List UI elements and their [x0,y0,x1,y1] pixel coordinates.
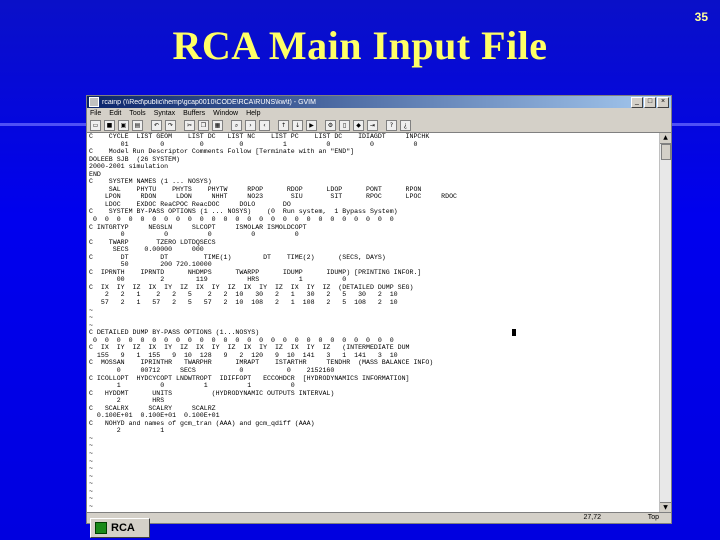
editor-line: C MOSSAN IPRINTHR TWARPHR IMRAPT ISTARTH… [89,359,434,367]
menu-tools[interactable]: Tools [129,110,145,117]
editor-line: C SCALRX SCALRY SCALRZ [89,404,216,412]
editor-line: C INTGRTYP NEGSLN SLCOPT ISMOLAR ISMOLDC… [89,223,307,231]
editor-text-area[interactable]: C CYCLE LIST GEOM LIST DC LIST NC LIST P… [87,133,659,513]
editor-line: C TWARP TZERO LDTDQSECS [89,238,216,246]
menu-bar: File Edit Tools Syntax Buffers Window He… [87,108,671,119]
editor-line: 2 1 [89,427,165,435]
save-session-icon[interactable]: ↓ [292,120,303,131]
editor-line: C NOHYD and names of gcm_tran (AAA) and … [89,419,315,427]
menu-help[interactable]: Help [246,110,260,117]
toolbar: ▭ ■ ▣ ▤ ↶ ↷ ✂ ❐ ▦ ⌕ › ‹ ↑ ↓ ▶ ⚙ ▯ ◆ ⇥? ¿ [87,119,671,133]
editor-line: ~ [89,314,93,322]
status-bar: 27,72 Top [87,512,671,523]
menu-edit[interactable]: Edit [109,110,121,117]
editor-line: 2 2 1 2 2 5 2 2 10 30 2 1 30 2 5 30 2 10 [89,291,398,299]
editor-line: ~ [89,487,93,495]
editor-line: ~ [89,472,93,480]
editor-line: C SYSTEM BY-PASS OPTIONS (1 ... NOSYS) (… [89,208,398,216]
minimize-button[interactable]: _ [631,96,643,108]
editor-line: C IPRNTH IPRNTD NHDMPS TWARPP IDUMP IDUM… [89,268,422,276]
scroll-thumb[interactable] [661,144,671,160]
maximize-button[interactable]: □ [644,96,656,108]
editor-line: C DT DT TIME(1) DT TIME(2) (SECS, DAYS) [89,253,386,261]
editor-line: ~ [89,495,93,503]
editor-line: C CYCLE LIST GEOM LIST DC LIST NC LIST P… [89,133,430,140]
editor-line: 01 0 0 0 1 0 0 0 [89,140,418,148]
editor-line: SAL PHYTU PHYTS PHYTW RPOP RDOP LDOP PON… [89,185,422,193]
taskbar-label: RCA [111,522,135,534]
find-icon[interactable]: ⌕ [231,120,242,131]
close-button[interactable]: × [657,96,669,108]
editor-line: 0 00712 SECS 0 0 2152160 [89,366,335,374]
slide-title: RCA Main Input File [172,23,548,68]
editor-line: C HYDDMT UNITS (HYDRODYNAMIC OUTPUTS INT… [89,389,335,397]
menu-syntax[interactable]: Syntax [154,110,175,117]
editor-line: 50 200 720.10000 [89,261,212,269]
editor-line: 0 0 0 0 0 [89,231,299,239]
scroll-up-icon[interactable]: ▲ [660,133,671,144]
editor-line: 57 2 1 57 2 5 57 2 10 108 2 1 108 2 5 10… [89,299,398,307]
window-titlebar[interactable]: rcainp (\\Red\public\hemp\gcap0010\CODE\… [87,96,671,108]
shell-icon[interactable]: ▯ [339,120,350,131]
taskbar-rca-button[interactable]: RCA [90,518,150,538]
vim-app-icon[interactable] [89,97,99,107]
find-next-icon[interactable]: › [245,120,256,131]
jump-tag-icon[interactable]: ⇥ [367,120,378,131]
editor-line: SECS 0.00000 000 [89,246,204,254]
load-session-icon[interactable]: ↑ [278,120,289,131]
editor-line: ~ [89,449,93,457]
menu-file[interactable]: File [90,110,101,117]
run-script-icon[interactable]: ▶ [306,120,317,131]
editor-line: 155 9 1 155 9 10 128 9 2 120 9 10 141 3 … [89,351,398,359]
editor-line: C SYSTEM NAMES (1 ... NOSYS) [89,178,212,186]
save-icon[interactable]: ■ [104,120,115,131]
editor-line: ~ [89,442,93,450]
copy-icon[interactable]: ❐ [198,120,209,131]
editor-line: ~ [89,465,93,473]
save-all-icon[interactable]: ▣ [118,120,129,131]
editor-line: LPON RDON LDON NHHT NO23 SIU SIT RPOC LP… [89,193,457,201]
rca-app-icon [95,522,107,534]
print-icon[interactable]: ▤ [132,120,143,131]
scroll-percent: Top [647,514,659,521]
cursor-position: 27,72 [583,514,601,521]
find-prev-icon[interactable]: ‹ [259,120,270,131]
editor-line: 0 0 0 0 0 0 0 0 0 0 0 0 0 0 0 0 0 0 0 0 … [89,216,394,224]
editor-line: 2 HRS [89,397,165,405]
editor-line: ~ [89,306,93,314]
editor-line: END [89,170,101,178]
menu-buffers[interactable]: Buffers [183,110,205,117]
editor-line: C ICOLLOPT HYDCYCOPT LNDWTROPT IDIFFOPT … [89,374,410,382]
editor-line: 0.100E+01 0.100E+01 0.100E+01 [89,412,220,420]
editor-line: ~ [89,457,93,465]
menu-window[interactable]: Window [213,110,238,117]
editor-line: ~ [89,321,93,329]
editor-line: 1 0 1 1 0 [89,382,295,390]
editor-line: 2000-2001 simulation [89,163,169,171]
vertical-scrollbar[interactable]: ▲ ▼ [659,133,671,513]
cut-icon[interactable]: ✂ [184,120,195,131]
editor-line: C IX IY IZ IX IY IZ IX IY IZ IX IY IZ IX… [89,283,414,291]
find-help-icon[interactable]: ¿ [400,120,411,131]
editor-line: C IX IY IZ IX IY IZ IX IY IZ IX IY IZ IX… [89,344,410,352]
editor-line: C Model Run Descriptor Comments Follow [… [89,148,355,156]
help-icon[interactable]: ? [386,120,397,131]
text-cursor [512,329,517,337]
make-icon[interactable]: ⚙ [325,120,336,131]
editor-line: ~ [89,480,93,488]
run-ctags-icon[interactable]: ◆ [353,120,364,131]
editor-line: ~ [89,434,93,442]
open-icon[interactable]: ▭ [90,120,101,131]
window-title: rcainp (\\Red\public\hemp\gcap0010\CODE\… [102,98,316,106]
gvim-window: rcainp (\\Red\public\hemp\gcap0010\CODE\… [86,95,672,524]
editor-line: C DETAILED DUMP BY-PASS OPTIONS (1...NOS… [89,329,659,337]
editor-line: DOLEEB SJB (26 SYSTEM) [89,155,181,163]
editor-line: LDOC EXDOC ReaCPOC ReacDOC DOLO DO [89,200,291,208]
editor-line: 0 0 0 0 0 0 0 0 0 0 0 0 0 0 0 0 0 0 0 0 … [89,336,394,344]
editor-line: ~ [89,502,93,510]
redo-icon[interactable]: ↷ [165,120,176,131]
undo-icon[interactable]: ↶ [151,120,162,131]
paste-icon[interactable]: ▦ [212,120,223,131]
editor-line: 00 2 119 HRS 1 0 [89,276,347,284]
